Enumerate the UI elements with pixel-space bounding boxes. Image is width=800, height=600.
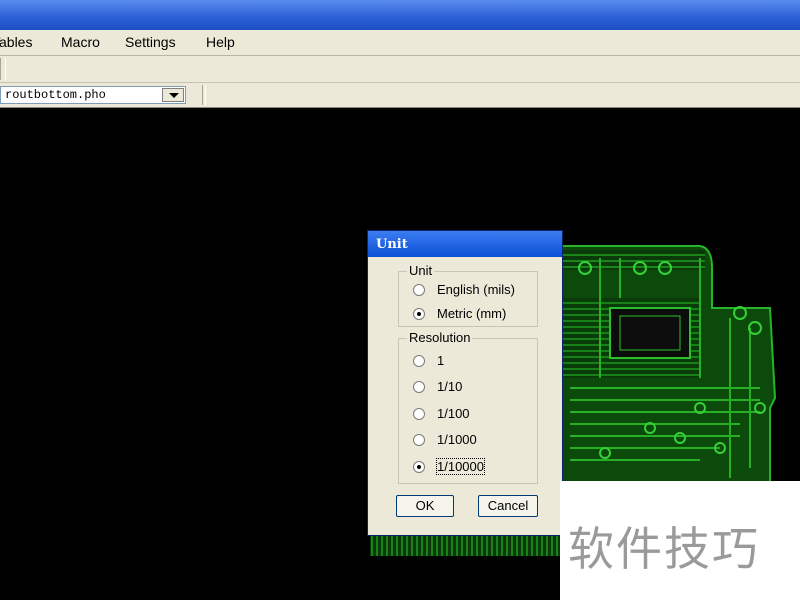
file-select[interactable]: routbottom.pho <box>0 86 186 104</box>
menu-bar: Tables Macro Settings Help <box>0 30 800 56</box>
toolbar-separator <box>202 85 206 105</box>
radio-label: 1 <box>437 353 445 368</box>
radio-button[interactable] <box>413 355 425 367</box>
radio-button[interactable] <box>413 461 425 473</box>
unit-group: Unit English (mils) Metric (mm) <box>398 263 538 327</box>
file-select-value: routbottom.pho <box>5 88 106 102</box>
radio-label: 1/1000 <box>437 432 477 447</box>
resolution-group-label: Resolution <box>407 330 473 345</box>
window-title-bar <box>0 0 800 30</box>
radio-button[interactable] <box>413 284 425 296</box>
ok-button[interactable]: OK <box>396 495 454 517</box>
radio-button[interactable] <box>413 408 425 420</box>
radio-label: English (mils) <box>437 282 516 297</box>
radio-button[interactable] <box>413 434 425 446</box>
unit-group-label: Unit <box>407 263 435 278</box>
menu-help[interactable]: Help <box>206 34 235 50</box>
unit-dialog: Unit Unit English (mils) Metric (mm) Res… <box>367 230 563 536</box>
watermark: 软件技巧 <box>560 481 800 600</box>
resolution-group: Resolution 1 1/10 1/100 1/1000 1/10000 <box>398 330 538 484</box>
cancel-button[interactable]: Cancel <box>478 495 538 517</box>
file-toolbar: routbottom.pho <box>0 83 800 109</box>
menu-tables[interactable]: Tables <box>0 34 32 50</box>
dialog-title-bar[interactable]: Unit <box>368 231 562 257</box>
radio-button[interactable] <box>413 308 425 320</box>
chevron-down-icon[interactable] <box>162 88 184 102</box>
menu-macro[interactable]: Macro <box>61 34 100 50</box>
radio-label: 1/10000 <box>436 458 485 475</box>
radio-label: Metric (mm) <box>437 306 507 321</box>
toolbar <box>0 56 800 83</box>
radio-label: 1/10 <box>437 379 463 394</box>
radio-button[interactable] <box>413 381 425 393</box>
dialog-title: Unit <box>376 237 408 252</box>
menu-settings[interactable]: Settings <box>125 34 176 50</box>
watermark-text: 软件技巧 <box>568 522 760 576</box>
toolbar-grip[interactable] <box>0 58 6 80</box>
radio-label: 1/100 <box>437 406 470 421</box>
